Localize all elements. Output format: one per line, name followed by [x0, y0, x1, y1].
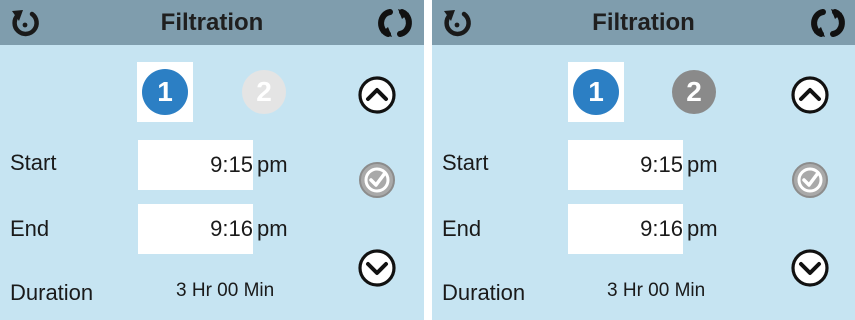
checkmark-icon — [792, 162, 828, 198]
filter-cycle-1-button[interactable]: 1 — [137, 62, 193, 122]
end-ampm: pm — [257, 216, 288, 241]
duration-value: 3 Hr 00 Min — [176, 280, 275, 301]
end-time-value: 9:16 — [640, 216, 683, 241]
start-ampm: pm — [257, 152, 288, 177]
chevron-up-icon[interactable] — [790, 75, 830, 115]
checkmark-icon — [359, 162, 395, 198]
start-label: Start — [10, 150, 57, 175]
end-label: End — [10, 216, 50, 241]
sync-icon[interactable] — [373, 5, 417, 41]
start-time-field[interactable]: 9:15 — [138, 140, 253, 190]
filter-cycle-1-button[interactable]: 1 — [568, 62, 624, 122]
start-label: Start — [442, 150, 489, 175]
title-bar: Filtration — [0, 0, 424, 45]
duration-label: Duration — [442, 280, 526, 305]
filter-cycle-2-button[interactable]: 2 — [668, 62, 720, 122]
chevron-up-icon[interactable] — [357, 75, 397, 115]
filtration-screen-2: Filtration 1 2 Start 9:15 pm End 9:16 pm… — [432, 0, 855, 320]
end-time-value: 9:16 — [210, 216, 253, 241]
end-label: End — [442, 216, 482, 241]
filter-cycle-2-button[interactable]: 2 — [238, 62, 290, 122]
chevron-down-icon[interactable] — [357, 248, 397, 288]
duration-value: 3 Hr 00 Min — [607, 280, 706, 301]
sync-icon[interactable] — [806, 5, 850, 41]
duration-label: Duration — [10, 280, 94, 305]
chevron-down-icon[interactable] — [790, 248, 830, 288]
title-bar: Filtration — [432, 0, 855, 45]
start-ampm: pm — [687, 152, 718, 177]
end-ampm: pm — [687, 216, 718, 241]
selector-1-label: 1 — [588, 76, 604, 107]
start-time-value: 9:15 — [640, 152, 683, 177]
selector-2-label: 2 — [686, 76, 702, 107]
filtration-screen-1: Filtration 1 2 Start 9:15 pm End 9:16 pm… — [0, 0, 424, 320]
page-title: Filtration — [592, 9, 695, 36]
page-title: Filtration — [160, 9, 264, 36]
start-time-value: 9:15 — [210, 152, 253, 177]
selector-1-label: 1 — [157, 76, 173, 107]
end-time-field[interactable]: 9:16 — [568, 204, 683, 254]
selector-2-label: 2 — [256, 76, 272, 107]
start-time-field[interactable]: 9:15 — [568, 140, 683, 190]
end-time-field[interactable]: 9:16 — [138, 204, 253, 254]
